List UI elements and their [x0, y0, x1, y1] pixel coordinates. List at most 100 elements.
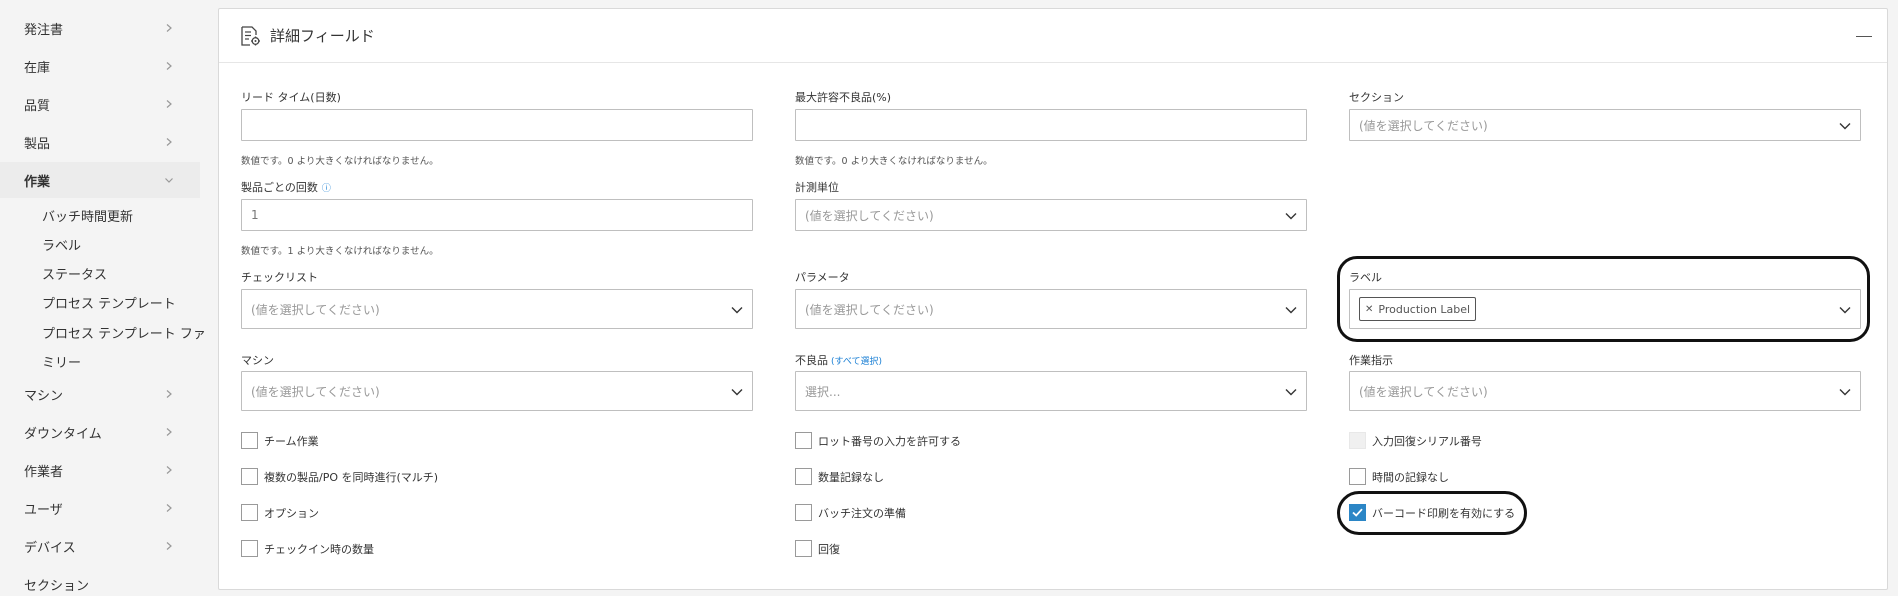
checkmark-icon [1352, 508, 1363, 517]
no-time-record-checkbox-row[interactable]: 時間の記録なし [1349, 468, 1449, 485]
sidebar-item-label: デバイス [24, 540, 76, 556]
batch-order-prep-checkbox[interactable] [795, 504, 812, 521]
no-quantity-record-checkbox[interactable] [795, 468, 812, 485]
enable-barcode-print-checkbox[interactable] [1349, 504, 1366, 521]
select-all-link[interactable]: (すべて選択) [831, 357, 882, 367]
document-gear-icon [239, 25, 261, 47]
collapse-button[interactable] [1855, 27, 1873, 45]
tag-label: Production Label [1378, 302, 1471, 316]
lead-time-hint: 数値です。0 より大きくなければなりません。 [241, 156, 439, 167]
sidebar-subitem-process-template-family-cont[interactable]: ミリー [42, 352, 81, 371]
chevron-right-icon [164, 61, 174, 71]
allow-lot-number-checkbox[interactable] [795, 432, 812, 449]
sidebar-item-label: 作業 [24, 174, 51, 190]
lead-time-input[interactable] [241, 109, 753, 141]
sidebar-item-operator[interactable]: 作業者 [0, 452, 200, 488]
checkin-quantity-checkbox-row[interactable]: チェックイン時の数量 [241, 540, 374, 557]
remove-tag-icon[interactable]: ✕ [1365, 304, 1373, 315]
defect-select[interactable]: 選択... [795, 371, 1307, 411]
select-placeholder: 選択... [805, 384, 841, 399]
sidebar-subitem-status[interactable]: ステータス [42, 264, 107, 283]
sidebar-item-user[interactable]: ユーザ [0, 490, 200, 526]
chevron-right-icon [164, 137, 174, 147]
option-checkbox-row[interactable]: オプション [241, 504, 319, 521]
checkbox-label: 入力回復シリアル番号 [1372, 434, 1482, 448]
parameter-select[interactable]: (値を選択してください) [795, 289, 1307, 329]
sidebar-item-quality[interactable]: 品質 [0, 86, 200, 122]
work-instruction-select[interactable]: (値を選択してください) [1349, 371, 1861, 411]
checkbox-label: 複数の製品/PO を同時進行(マルチ) [264, 470, 439, 484]
chevron-down-icon [164, 175, 174, 185]
sidebar-item-label: 発注書 [24, 22, 64, 38]
checkin-quantity-checkbox[interactable] [241, 540, 258, 557]
per-product-label-text: 製品ごとの回数 [241, 181, 318, 194]
sidebar-item-machine[interactable]: マシン [0, 376, 200, 412]
recovery-checkbox[interactable] [795, 540, 812, 557]
select-placeholder: (値を選択してください) [805, 302, 934, 317]
select-placeholder: (値を選択してください) [251, 384, 380, 399]
chevron-right-icon [164, 389, 174, 399]
sidebar-item-product[interactable]: 製品 [0, 124, 200, 160]
info-icon[interactable]: ⓘ [322, 184, 331, 194]
team-work-checkbox-row[interactable]: チーム作業 [241, 432, 319, 449]
sidebar-item-label: ダウンタイム [24, 426, 102, 442]
defect-label-text: 不良品 [795, 354, 828, 367]
per-product-hint: 数値です。1 より大きくなければなりません。 [241, 246, 439, 257]
select-placeholder: (値を選択してください) [805, 208, 934, 223]
sidebar-subitem-label[interactable]: ラベル [42, 235, 81, 254]
recovery-checkbox-row[interactable]: 回復 [795, 540, 840, 557]
label-field-label: ラベル [1349, 271, 1382, 284]
select-placeholder: (値を選択してください) [1359, 118, 1488, 133]
unit-select[interactable]: (値を選択してください) [795, 199, 1307, 231]
select-placeholder: (値を選択してください) [251, 302, 380, 317]
sidebar-item-label: マシン [24, 388, 64, 404]
sidebar: 発注書 在庫 品質 製品 作業 バッチ時間更新 ラベル ステータス プロセス テ… [0, 0, 206, 596]
allow-lot-number-checkbox-row[interactable]: ロット番号の入力を許可する [795, 432, 961, 449]
recovery-serial-checkbox-row: 入力回復シリアル番号 [1349, 432, 1482, 449]
chevron-down-icon [1838, 303, 1852, 317]
chevron-down-icon [1838, 385, 1852, 399]
select-placeholder: (値を選択してください) [1359, 384, 1488, 399]
chevron-down-icon [1284, 385, 1298, 399]
sidebar-item-label: セクション [24, 578, 90, 594]
sidebar-subitem-batch-time-update[interactable]: バッチ時間更新 [42, 206, 133, 225]
checklist-select[interactable]: (値を選択してください) [241, 289, 753, 329]
sidebar-item-downtime[interactable]: ダウンタイム [0, 414, 200, 450]
max-defect-input[interactable] [795, 109, 1307, 141]
section-label: セクション [1349, 91, 1404, 104]
max-defect-label: 最大許容不良品(%) [795, 91, 892, 104]
sidebar-item-purchase-order[interactable]: 発注書 [0, 10, 200, 46]
checkbox-label: ロット番号の入力を許可する [818, 434, 961, 448]
multi-product-checkbox-row[interactable]: 複数の製品/PO を同時進行(マルチ) [241, 468, 438, 485]
section-select[interactable]: (値を選択してください) [1349, 109, 1861, 141]
machine-label: マシン [241, 354, 274, 367]
machine-select[interactable]: (値を選択してください) [241, 371, 753, 411]
label-multiselect[interactable]: ✕ Production Label [1349, 289, 1861, 329]
chevron-down-icon [1838, 119, 1852, 133]
sidebar-item-work[interactable]: 作業 [0, 162, 200, 198]
sidebar-subitem-process-template[interactable]: プロセス テンプレート [42, 293, 176, 312]
defect-label: 不良品 (すべて選択) [795, 352, 882, 368]
multi-product-checkbox[interactable] [241, 468, 258, 485]
chevron-right-icon [164, 503, 174, 513]
sidebar-item-label: 在庫 [24, 60, 51, 76]
checklist-label: チェックリスト [241, 271, 318, 284]
option-checkbox[interactable] [241, 504, 258, 521]
app-root: 発注書 在庫 品質 製品 作業 バッチ時間更新 ラベル ステータス プロセス テ… [0, 0, 1898, 596]
tag-production-label: ✕ Production Label [1359, 297, 1477, 321]
enable-barcode-print-checkbox-row[interactable]: バーコード印刷を有効にする [1349, 504, 1515, 521]
no-time-record-checkbox[interactable] [1349, 468, 1366, 485]
work-instruction-label: 作業指示 [1349, 354, 1393, 367]
team-work-checkbox[interactable] [241, 432, 258, 449]
sidebar-subitem-process-template-family[interactable]: プロセス テンプレート ファ [42, 323, 206, 342]
sidebar-item-label: 製品 [24, 136, 51, 152]
chevron-right-icon [164, 541, 174, 551]
batch-order-prep-checkbox-row[interactable]: バッチ注文の準備 [795, 504, 906, 521]
chevron-down-icon [730, 385, 744, 399]
per-product-input[interactable]: 1 [241, 199, 753, 231]
panel-title: 詳細フィールド [270, 27, 375, 45]
sidebar-item-section[interactable]: セクション [0, 566, 200, 596]
no-quantity-record-checkbox-row[interactable]: 数量記録なし [795, 468, 884, 485]
sidebar-item-inventory[interactable]: 在庫 [0, 48, 200, 84]
sidebar-item-device[interactable]: デバイス [0, 528, 200, 564]
